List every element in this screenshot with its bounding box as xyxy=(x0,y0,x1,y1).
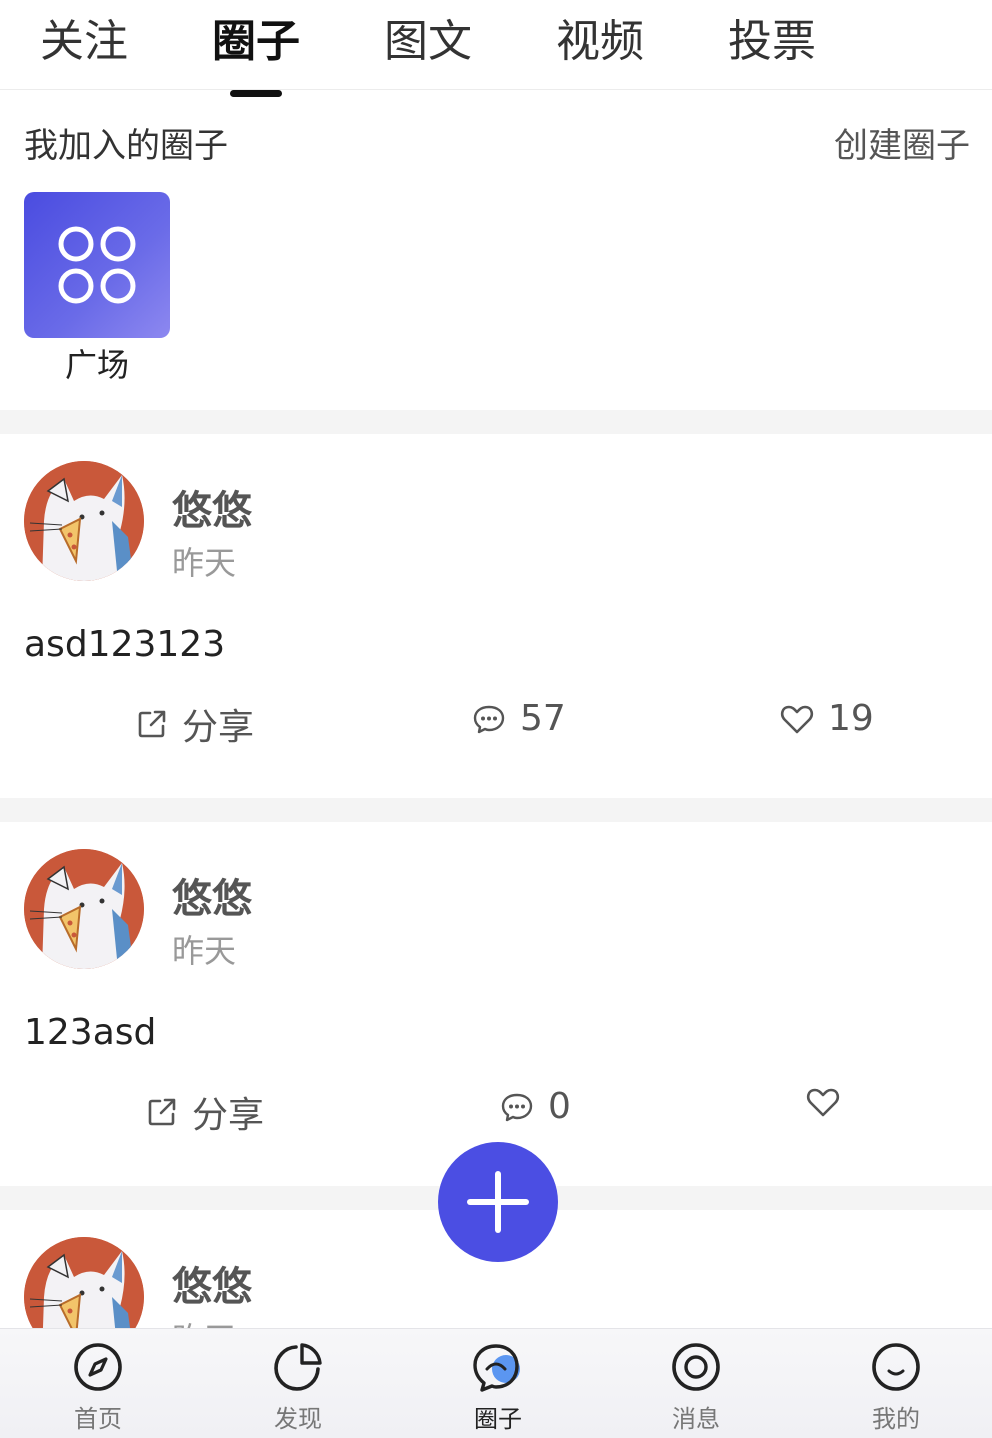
nav-discover[interactable]: 发现 xyxy=(238,1341,358,1434)
post-time: 昨天 xyxy=(172,544,237,582)
post-content[interactable]: 123asd xyxy=(24,1012,156,1053)
nav-home[interactable]: 首页 xyxy=(38,1341,158,1434)
create-post-fab[interactable] xyxy=(438,1142,558,1262)
circle-label-plaza: 广场 xyxy=(64,346,129,384)
post-card[interactable]: 悠悠 昨天 asd123123 分享 57 19 xyxy=(0,434,992,798)
plus-icon xyxy=(467,1171,529,1233)
nav-circles[interactable]: 圈子 xyxy=(438,1341,558,1434)
post-author[interactable]: 悠悠 xyxy=(172,1254,252,1312)
tab-circles[interactable]: 圈子 xyxy=(212,12,300,72)
comment-icon xyxy=(501,1093,533,1121)
smile-icon xyxy=(872,1343,920,1391)
like-count: 19 xyxy=(828,698,874,739)
create-circle-link[interactable]: 创建圈子 xyxy=(834,118,970,167)
grid-icon xyxy=(58,226,136,304)
tab-image-text[interactable]: 图文 xyxy=(384,12,472,72)
post-time: 昨天 xyxy=(172,932,237,970)
share-icon xyxy=(138,710,166,738)
top-tab-bar: 关注 圈子 图文 视频 投票 xyxy=(0,0,992,90)
share-label: 分享 xyxy=(182,707,255,748)
pie-chart-icon xyxy=(274,1343,322,1391)
nav-profile[interactable]: 我的 xyxy=(836,1341,956,1434)
comment-button[interactable]: 0 xyxy=(500,1086,571,1127)
post-time: 昨天 xyxy=(172,1314,236,1328)
share-button[interactable]: 分享 xyxy=(136,698,254,750)
compass-icon xyxy=(74,1343,122,1391)
share-icon xyxy=(148,1098,176,1126)
nav-profile-label: 我的 xyxy=(872,1405,920,1433)
tab-follow[interactable]: 关注 xyxy=(40,12,128,72)
nav-home-label: 首页 xyxy=(74,1405,122,1433)
comment-icon xyxy=(473,705,505,733)
chat-bubble-icon xyxy=(473,1344,520,1392)
post-author[interactable]: 悠悠 xyxy=(172,866,252,924)
like-button[interactable]: 19 xyxy=(780,698,874,739)
nav-circles-label: 圈子 xyxy=(474,1405,522,1433)
share-button[interactable]: 分享 xyxy=(146,1086,264,1138)
post-author[interactable]: 悠悠 xyxy=(172,478,252,536)
target-icon xyxy=(672,1343,720,1391)
like-button[interactable] xyxy=(806,1086,854,1118)
avatar[interactable] xyxy=(24,461,144,581)
heart-icon xyxy=(780,705,814,733)
section-divider xyxy=(0,410,992,434)
nav-messages[interactable]: 消息 xyxy=(636,1341,756,1434)
comment-count: 0 xyxy=(548,1086,571,1127)
avatar[interactable] xyxy=(24,849,144,969)
heart-icon xyxy=(806,1088,840,1117)
joined-circles-title: 我加入的圈子 xyxy=(24,126,228,166)
section-divider xyxy=(0,798,992,822)
nav-discover-label: 发现 xyxy=(274,1405,322,1433)
bottom-nav-bar: 首页 发现 圈子 消息 我的 xyxy=(0,1328,992,1438)
circle-tile-plaza[interactable] xyxy=(24,192,170,338)
post-content[interactable]: asd123123 xyxy=(24,624,225,665)
post-card[interactable]: 悠悠 昨天 123asd 分享 0 xyxy=(0,822,992,1186)
tab-vote[interactable]: 投票 xyxy=(728,12,816,72)
comment-button[interactable]: 57 xyxy=(472,698,566,739)
share-label: 分享 xyxy=(192,1095,265,1136)
active-tab-indicator xyxy=(230,90,282,97)
tab-video[interactable]: 视频 xyxy=(556,12,644,72)
avatar[interactable] xyxy=(24,1237,144,1328)
app-page: 关注 圈子 图文 视频 投票 我加入的圈子 创建圈子 广场 悠悠 昨天 asd1… xyxy=(0,0,992,1438)
nav-messages-label: 消息 xyxy=(672,1405,720,1433)
comment-count: 57 xyxy=(520,698,566,739)
